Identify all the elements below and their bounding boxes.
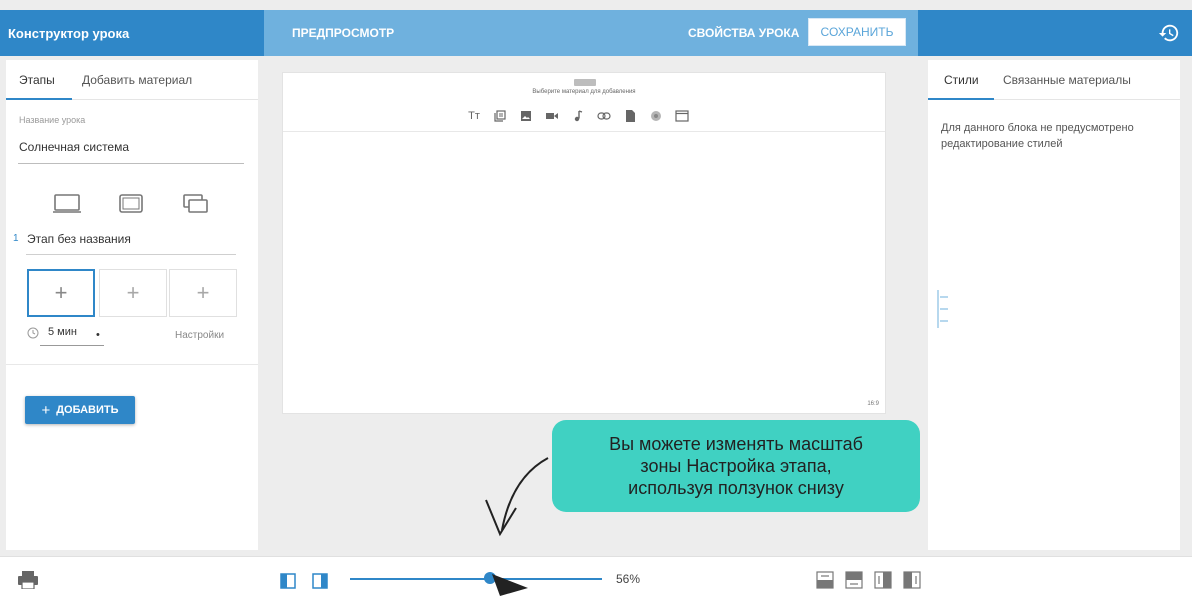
link-icon[interactable]: [591, 108, 617, 124]
tab-styles[interactable]: Стили: [944, 73, 979, 87]
add-stage-button[interactable]: + ДОБАВИТЬ: [25, 396, 135, 424]
lesson-builder-app: Конструктор урока ПРЕДПРОСМОТР СВОЙСТВА …: [0, 0, 1192, 596]
stage-name-input[interactable]: Этап без названия: [27, 232, 131, 246]
divider: [6, 364, 258, 365]
tab-add-material[interactable]: Добавить материал: [82, 73, 192, 87]
chevron-down-icon: •: [96, 329, 100, 341]
right-panel-toggle-icon[interactable]: [312, 573, 328, 589]
stage-canvas[interactable]: Выберите материал для добавления Tт 16:9: [282, 72, 886, 414]
bottom-toolbar: 56%: [0, 556, 1192, 596]
material-toolbar: Tт: [461, 108, 695, 124]
gallery-icon[interactable]: [487, 108, 513, 124]
tooltip-line-2: зоны Настройка этапа,: [640, 456, 832, 476]
stage-slot-2[interactable]: +: [99, 269, 167, 317]
layout-bottom-icon[interactable]: [816, 571, 834, 589]
stages-panel: Этапы Добавить материал Название урока С…: [6, 60, 258, 550]
stage-duration-select[interactable]: 5 мин •: [40, 326, 104, 346]
left-tabs: Этапы Добавить материал: [6, 60, 258, 100]
stage-name-underline: [26, 254, 236, 255]
panel-collapse-handle[interactable]: [936, 288, 952, 330]
styles-message: Для данного блока не предусмотрено редак…: [941, 122, 1134, 150]
plus-icon: +: [41, 401, 51, 419]
3d-icon[interactable]: [643, 108, 669, 124]
app-title: Конструктор урока: [0, 10, 264, 56]
header-toolbar: ПРЕДПРОСМОТР СВОЙСТВА УРОКА СОХРАНИТЬ: [264, 10, 918, 56]
header-right: [918, 10, 1192, 56]
stage-number: 1: [13, 233, 19, 244]
history-icon[interactable]: [1158, 22, 1180, 44]
stage-duration-value: 5 мин: [48, 326, 77, 338]
clock-icon: [27, 327, 39, 339]
video-icon[interactable]: [539, 108, 565, 124]
stage-settings-link[interactable]: Настройки: [175, 330, 224, 341]
add-stage-label: ДОБАВИТЬ: [56, 404, 119, 416]
window-icon[interactable]: [669, 108, 695, 124]
printer-icon[interactable]: [17, 571, 39, 589]
document-icon[interactable]: [617, 108, 643, 124]
active-tab-indicator: [6, 98, 72, 100]
text-icon[interactable]: Tт: [461, 108, 487, 124]
text-icon-glyph: Tт: [468, 110, 480, 122]
layout-top-icon[interactable]: [845, 571, 863, 589]
right-tabs: Стили Связанные материалы: [928, 60, 1180, 100]
stage-slot-3[interactable]: +: [169, 269, 237, 317]
aspect-ratio-label: 16:9: [867, 401, 879, 407]
layout-left-icon[interactable]: [903, 571, 921, 589]
zoom-value: 56%: [616, 572, 641, 586]
left-panel-toggle-icon[interactable]: [280, 573, 296, 589]
multi-screen-icon[interactable]: [180, 192, 210, 216]
save-button[interactable]: СОХРАНИТЬ: [808, 18, 906, 46]
tablet-icon[interactable]: [116, 192, 146, 216]
active-tab-indicator: [928, 98, 994, 100]
desktop-icon[interactable]: [52, 192, 82, 216]
audio-icon[interactable]: [565, 108, 591, 124]
drag-handle[interactable]: [574, 79, 596, 86]
lesson-name-label: Название урока: [19, 115, 86, 125]
stage-slot-1[interactable]: +: [27, 269, 95, 317]
tab-stages[interactable]: Этапы: [19, 73, 55, 87]
tooltip-bubble: Вы можете изменять масштаб зоны Настройк…: [552, 420, 920, 512]
styles-panel: Стили Связанные материалы Для данного бл…: [928, 60, 1180, 550]
canvas-divider: [283, 131, 885, 132]
annotation-arrow: [485, 457, 549, 596]
lesson-name-input[interactable]: Солнечная система: [19, 140, 129, 154]
lesson-properties-button[interactable]: СВОЙСТВА УРОКА: [688, 26, 799, 40]
choose-material-label: Выберите материал для добавления: [532, 89, 636, 95]
tab-related-materials[interactable]: Связанные материалы: [1003, 73, 1131, 87]
preview-button[interactable]: ПРЕДПРОСМОТР: [292, 26, 394, 40]
layout-right-icon[interactable]: [874, 571, 892, 589]
tooltip-line-1: Вы можете изменять масштаб: [609, 434, 863, 454]
tooltip-line-3: используя ползунок снизу: [628, 478, 844, 498]
image-icon[interactable]: [513, 108, 539, 124]
lesson-name-underline: [18, 163, 244, 164]
